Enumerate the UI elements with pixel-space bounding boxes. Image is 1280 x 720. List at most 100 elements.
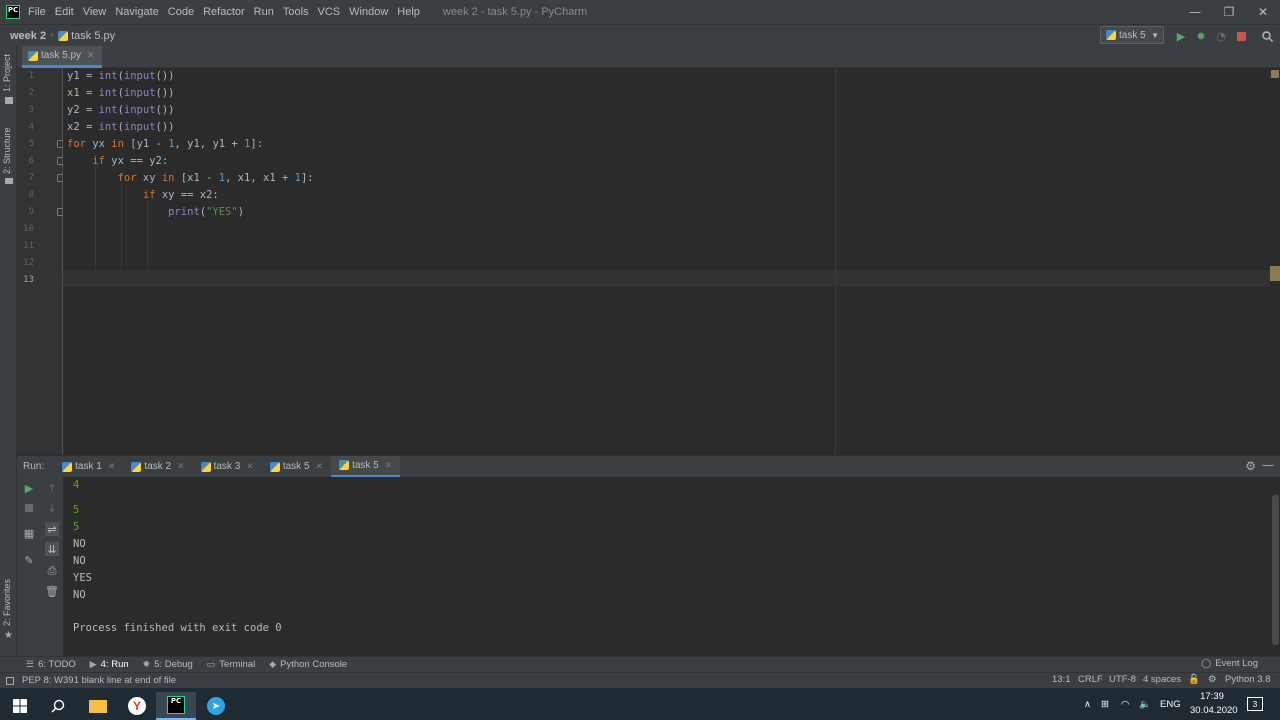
search-icon[interactable] xyxy=(1260,29,1274,43)
python-console-tool-button[interactable]: ◆ Python Console xyxy=(269,659,347,670)
status-toggle-icon[interactable] xyxy=(6,676,14,685)
console-output[interactable]: 4 5 5 NO NO YES NO Process finished with… xyxy=(63,477,1280,656)
close-tab-icon[interactable]: ✕ xyxy=(316,461,324,472)
run-icon: ▶ xyxy=(89,659,97,669)
breadcrumb-file[interactable]: task 5.py xyxy=(71,30,115,42)
event-log-button[interactable]: ◯ Event Log xyxy=(1201,658,1258,669)
menu-file[interactable]: File xyxy=(28,6,46,18)
pycharm-taskbar-icon[interactable]: PC xyxy=(156,692,196,720)
terminal-tool-button[interactable]: ▭ Terminal xyxy=(207,659,255,670)
run-icon[interactable]: ▶ xyxy=(1174,29,1188,43)
menu-window[interactable]: Window xyxy=(349,6,388,18)
file-encoding[interactable]: UTF-8 xyxy=(1109,674,1136,685)
run-tool-button[interactable]: ▶ 4: Run xyxy=(90,659,129,670)
line-number-gutter: 1 2 3 4 5 6 7 8 9 10 11 12 13 xyxy=(17,68,65,454)
soft-wrap-icon[interactable]: ⇌ xyxy=(45,522,59,536)
terminal-icon: ▭ xyxy=(206,659,216,669)
run-panel-header: Run: task 1 ✕ task 2 ✕ task 3 ✕ task 5 ✕ tas… xyxy=(17,455,1280,478)
menu-code[interactable]: Code xyxy=(168,6,194,18)
close-tab-icon[interactable]: ✕ xyxy=(177,461,185,472)
debug-icon[interactable]: ✹ xyxy=(1194,29,1208,43)
language-indicator[interactable]: ENG xyxy=(1160,688,1181,720)
gear-icon[interactable]: ⚙ xyxy=(1245,459,1256,473)
line-separator[interactable]: CRLF xyxy=(1078,674,1103,685)
menu-run[interactable]: Run xyxy=(254,6,274,18)
arrow-up-icon[interactable]: ↑ xyxy=(45,481,59,495)
lock-icon[interactable]: 🔓 xyxy=(1188,674,1200,685)
run-tab-task1[interactable]: task 1 ✕ xyxy=(54,456,123,478)
menu-view[interactable]: View xyxy=(83,6,107,18)
menu-refactor[interactable]: Refactor xyxy=(203,6,245,18)
system-clock[interactable]: 17:39 30.04.2020 xyxy=(1190,690,1238,718)
code-line-7: for xy in [x1 - 1, x1, x1 + 1]: xyxy=(117,172,314,184)
favorites-tool-tab[interactable]: 2: Favorites xyxy=(2,579,12,626)
chevron-up-icon[interactable]: ∧ xyxy=(1084,688,1091,720)
coverage-icon[interactable]: ◔ xyxy=(1214,29,1228,43)
network-devices-icon[interactable]: ⊞ xyxy=(1101,688,1109,720)
search-icon[interactable] xyxy=(38,692,78,720)
close-tab-icon[interactable]: ✕ xyxy=(87,50,95,61)
caret-position[interactable]: 13:1 xyxy=(1052,674,1071,685)
python-file-icon xyxy=(200,461,211,472)
debug-tool-button[interactable]: ✹ 5: Debug xyxy=(143,659,193,670)
menu-navigate[interactable]: Navigate xyxy=(115,6,158,18)
indent-setting[interactable]: 4 spaces xyxy=(1143,674,1181,685)
editor-tab-task5[interactable]: task 5.py ✕ xyxy=(22,46,102,68)
run-tab-label: task 3 xyxy=(213,461,241,472)
print-icon[interactable]: ⎙ xyxy=(45,564,59,578)
close-window-button[interactable]: ✕ xyxy=(1246,0,1280,24)
code-line-2: x1 = int(input()) xyxy=(67,87,175,99)
layout-icon[interactable]: ▦ xyxy=(22,526,36,540)
line-number: 5 xyxy=(28,139,34,149)
wifi-icon[interactable]: ◠ xyxy=(1121,688,1129,720)
python-file-icon xyxy=(131,461,142,472)
line-number: 9 xyxy=(28,207,34,217)
structure-icon xyxy=(5,178,13,184)
structure-tool-tab[interactable]: 2: Structure xyxy=(2,127,12,174)
close-tab-icon[interactable]: ✕ xyxy=(108,461,116,472)
close-tab-icon[interactable]: ✕ xyxy=(385,460,393,471)
menu-vcs[interactable]: VCS xyxy=(318,6,341,18)
breadcrumb-project[interactable]: week 2 xyxy=(10,30,46,42)
menu-help[interactable]: Help xyxy=(397,6,420,18)
run-tab-task5-active[interactable]: task 5 ✕ xyxy=(331,455,401,478)
close-tab-icon[interactable]: ✕ xyxy=(246,461,254,472)
todo-tool-button[interactable]: ☰ 6: TODO xyxy=(26,659,76,670)
arrow-down-icon[interactable]: ↓ xyxy=(45,501,59,515)
process-finished-line: Process finished with exit code 0 xyxy=(73,622,282,634)
warning-marker-icon[interactable] xyxy=(1270,266,1280,281)
run-tab-task5[interactable]: task 5 ✕ xyxy=(262,456,331,478)
code-line-5: for yx in [y1 - 1, y1, y1 + 1]: xyxy=(67,138,264,150)
error-stripe[interactable] xyxy=(1270,68,1280,454)
menu-edit[interactable]: Edit xyxy=(55,6,74,18)
stop-icon[interactable] xyxy=(22,501,36,515)
stop-icon[interactable] xyxy=(1234,29,1248,43)
trash-icon[interactable]: 🗑 xyxy=(45,584,59,598)
windows-start-icon[interactable] xyxy=(0,692,40,720)
scroll-to-end-icon[interactable]: ⇊ xyxy=(45,542,59,556)
line-number: 11 xyxy=(23,241,34,251)
yandex-browser-icon[interactable]: Y xyxy=(117,692,157,720)
editor-tab-bar: task 5.py ✕ xyxy=(17,46,1280,68)
rerun-icon[interactable]: ▶ xyxy=(22,481,36,495)
notification-center-icon[interactable]: 3 xyxy=(1247,688,1263,720)
menu-tools[interactable]: Tools xyxy=(283,6,309,18)
hide-panel-icon[interactable]: — xyxy=(1262,458,1274,472)
run-tab-task2[interactable]: task 2 ✕ xyxy=(123,456,192,478)
python-interpreter[interactable]: Python 3.8 xyxy=(1225,674,1270,685)
project-tool-tab[interactable]: 1: Project xyxy=(2,54,12,92)
telegram-icon[interactable]: ➤ xyxy=(196,692,236,720)
inspection-status-icon[interactable] xyxy=(1271,70,1279,78)
run-configuration-select[interactable]: task 5 ▼ xyxy=(1100,26,1164,44)
console-scrollbar[interactable] xyxy=(1272,495,1279,645)
run-tab-task3[interactable]: task 3 ✕ xyxy=(193,456,262,478)
minimize-button[interactable]: — xyxy=(1178,0,1212,24)
file-explorer-icon[interactable] xyxy=(78,692,118,720)
code-line-3: y2 = int(input()) xyxy=(67,104,175,116)
run-label: Run: xyxy=(23,461,45,472)
run-tab-label: task 2 xyxy=(144,461,172,472)
maximize-button[interactable]: ❐ xyxy=(1212,0,1246,24)
pin-icon[interactable]: ✎ xyxy=(22,553,36,567)
title-bar: PC File Edit View Navigate Code Refactor… xyxy=(0,0,1280,24)
volume-icon[interactable]: 🔈 xyxy=(1139,688,1151,720)
